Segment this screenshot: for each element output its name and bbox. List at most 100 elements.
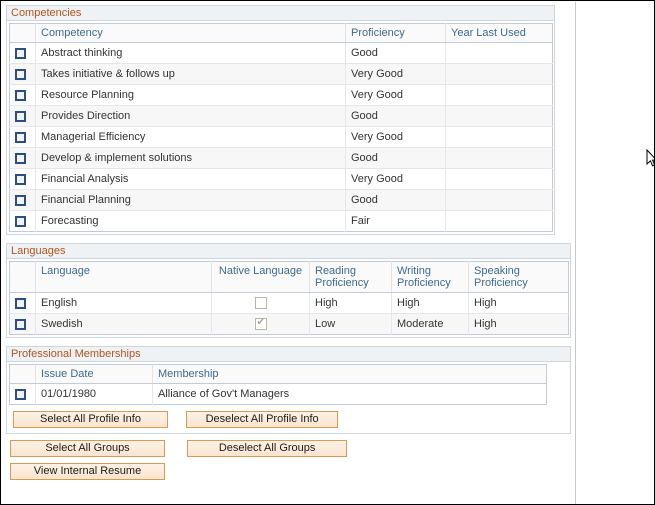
memberships-section: Professional Memberships Issue Date Memb… [6, 346, 571, 434]
membership-select-cell[interactable] [10, 384, 36, 405]
table-row: English High High High [10, 293, 569, 314]
content-column: Competencies Competency Proficiency [2, 2, 576, 505]
competency-select-cell[interactable] [10, 169, 36, 190]
checkbox-icon[interactable] [15, 298, 26, 309]
competency-year-last-used [446, 169, 553, 190]
competencies-section: Competencies Competency Proficiency [6, 5, 555, 235]
table-row: Provides Direction Good [10, 106, 553, 127]
deselect-all-profile-info-button[interactable]: Deselect All Profile Info [186, 411, 338, 428]
language-name: Swedish [36, 314, 212, 335]
checkbox-icon[interactable] [15, 216, 26, 227]
native-language-checkbox-icon [255, 297, 267, 309]
language-native-cell [212, 293, 310, 314]
competency-proficiency: Good [346, 106, 446, 127]
competency-name: Financial Analysis [36, 169, 346, 190]
language-writing-proficiency: High [392, 293, 469, 314]
competency-name: Managerial Efficiency [36, 127, 346, 148]
competency-select-cell[interactable] [10, 127, 36, 148]
competency-proficiency: Very Good [346, 127, 446, 148]
language-speaking-proficiency: High [469, 314, 569, 335]
memberships-section-title: Professional Memberships [7, 347, 570, 362]
table-row: Abstract thinking Good [10, 43, 553, 64]
checkbox-icon[interactable] [15, 111, 26, 122]
resume-button-bar: View Internal Resume [2, 457, 575, 480]
languages-col-speaking-proficiency: Speaking Proficiency [469, 262, 569, 293]
table-row: Financial Analysis Very Good [10, 169, 553, 190]
checkbox-icon[interactable] [15, 174, 26, 185]
competency-select-cell[interactable] [10, 148, 36, 169]
competencies-grid: Competency Proficiency Year Last Used Ab… [9, 23, 553, 232]
languages-col-reading-proficiency: Reading Proficiency [310, 262, 392, 293]
language-native-cell [212, 314, 310, 335]
table-row: Managerial Efficiency Very Good [10, 127, 553, 148]
profile-info-button-bar: Select All Profile Info Deselect All Pro… [9, 405, 568, 431]
competency-proficiency: Fair [346, 211, 446, 232]
competency-select-cell[interactable] [10, 211, 36, 232]
competencies-col-year-last-used: Year Last Used [446, 24, 553, 43]
languages-section-title: Languages [7, 244, 570, 259]
memberships-col-issue-date: Issue Date [36, 365, 153, 384]
language-select-cell[interactable] [10, 293, 36, 314]
language-speaking-proficiency: High [469, 293, 569, 314]
table-row: Develop & implement solutions Good [10, 148, 553, 169]
checkbox-icon[interactable] [15, 319, 26, 330]
competency-proficiency: Good [346, 190, 446, 211]
competencies-col-select [10, 24, 36, 43]
deselect-all-groups-button[interactable]: Deselect All Groups [187, 440, 347, 457]
memberships-header-row: Issue Date Membership [10, 365, 547, 384]
language-writing-proficiency: Moderate [392, 314, 469, 335]
page-root: Competencies Competency Proficiency [0, 0, 655, 505]
groups-button-bar: Select All Groups Deselect All Groups [2, 434, 575, 457]
table-row: Financial Planning Good [10, 190, 553, 211]
checkbox-icon[interactable] [15, 48, 26, 59]
competency-select-cell[interactable] [10, 85, 36, 106]
competency-proficiency: Very Good [346, 169, 446, 190]
membership-issue-date: 01/01/1980 [36, 384, 153, 405]
competency-name: Abstract thinking [36, 43, 346, 64]
competency-select-cell[interactable] [10, 190, 36, 211]
checkbox-icon[interactable] [15, 195, 26, 206]
language-name: English [36, 293, 212, 314]
checkbox-icon[interactable] [15, 389, 26, 400]
competency-select-cell[interactable] [10, 64, 36, 85]
competency-select-cell[interactable] [10, 106, 36, 127]
competencies-col-proficiency: Proficiency [346, 24, 446, 43]
competency-name: Develop & implement solutions [36, 148, 346, 169]
table-row: Resource Planning Very Good [10, 85, 553, 106]
competencies-section-body: Competency Proficiency Year Last Used Ab… [7, 21, 554, 234]
competency-year-last-used [446, 106, 553, 127]
language-select-cell[interactable] [10, 314, 36, 335]
table-row: 01/01/1980 Alliance of Gov't Managers [10, 384, 547, 405]
languages-col-writing-proficiency: Writing Proficiency [392, 262, 469, 293]
competency-year-last-used [446, 43, 553, 64]
competency-year-last-used [446, 148, 553, 169]
competency-proficiency: Good [346, 43, 446, 64]
select-all-groups-button[interactable]: Select All Groups [10, 440, 165, 457]
select-all-profile-info-button[interactable]: Select All Profile Info [13, 411, 168, 428]
memberships-col-select [10, 365, 36, 384]
native-language-checkbox-checked-icon [255, 318, 267, 330]
table-row: Swedish Low Moderate High [10, 314, 569, 335]
table-row: Takes initiative & follows up Very Good [10, 64, 553, 85]
language-reading-proficiency: High [310, 293, 392, 314]
competency-select-cell[interactable] [10, 43, 36, 64]
competency-year-last-used [446, 190, 553, 211]
competency-year-last-used [446, 64, 553, 85]
checkbox-icon[interactable] [15, 153, 26, 164]
competencies-header-row: Competency Proficiency Year Last Used [10, 24, 553, 43]
languages-col-native-language: Native Language [212, 262, 310, 293]
competency-name: Forecasting [36, 211, 346, 232]
memberships-grid: Issue Date Membership 01/01/1980 Allianc… [9, 364, 547, 405]
view-internal-resume-button[interactable]: View Internal Resume [10, 463, 165, 480]
competency-name: Takes initiative & follows up [36, 64, 346, 85]
competencies-col-competency: Competency [36, 24, 346, 43]
mouse-cursor-arrow-icon [646, 149, 655, 168]
checkbox-icon[interactable] [15, 132, 26, 143]
competency-proficiency: Good [346, 148, 446, 169]
languages-grid: Language Native Language Reading Profici… [9, 261, 569, 335]
languages-header-row: Language Native Language Reading Profici… [10, 262, 569, 293]
checkbox-icon[interactable] [15, 69, 26, 80]
competency-proficiency: Very Good [346, 64, 446, 85]
checkbox-icon[interactable] [15, 90, 26, 101]
languages-section-body: Language Native Language Reading Profici… [7, 259, 570, 337]
